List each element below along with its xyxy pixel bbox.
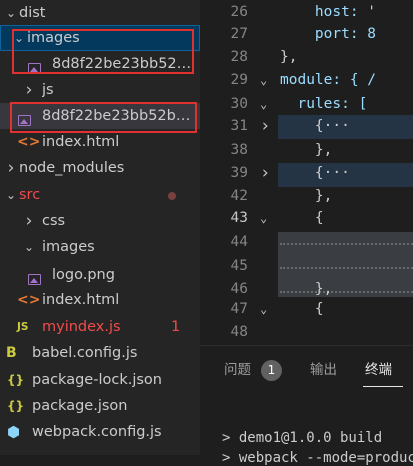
line-number: 29 [230,72,248,88]
json-file-icon: {} [7,373,25,387]
explorer-item-label: logo.png [52,267,115,283]
chevron-down-icon: ⌄ [5,188,17,202]
fold-expanded-icon[interactable]: ⌄ [260,92,267,116]
line-number: 26 [230,4,248,20]
line-number: 43 [230,210,248,226]
fold-collapsed-icon[interactable]: › [260,161,270,185]
fold-dotted-guide [280,267,413,269]
webpack-file-icon: ⬢ [7,423,21,441]
chevron-right-icon: › [25,80,33,100]
fold-dotted-guide [280,243,413,245]
annotation-box-dist-images [12,29,194,74]
code-line[interactable]: { [280,297,324,321]
code-line[interactable]: {··· [280,161,350,185]
explorer-item-js[interactable]: › js [0,77,200,103]
js-file-icon: JS [17,321,29,333]
tab-problems[interactable]: 问题 [224,360,251,380]
problems-count-badge: 1 [261,360,282,381]
line-number: 44 [230,234,248,250]
babel-file-icon: B [6,345,17,361]
chevron-right-icon: › [7,158,15,178]
fold-expanded-icon[interactable]: ⌄ [260,206,267,230]
explorer-item-label: dist [19,5,46,21]
problem-count-badge: 1 [171,319,181,335]
explorer-item-node-modules[interactable]: › node_modules [0,155,200,181]
line-number: 45 [230,258,248,274]
explorer-item-index-html[interactable]: <> index.html [0,287,200,313]
fold-expanded-icon[interactable]: ⌄ [260,297,267,321]
tab-output[interactable]: 输出 [310,360,337,380]
line-number: 27 [230,26,248,42]
chevron-down-icon: ⌄ [5,6,17,20]
line-number: 42 [230,188,248,204]
line-number: 30 [230,96,248,112]
code-editor[interactable]: 26 host: ' 27 port: 8 28}, 29 ⌄ module: { / 30… [200,0,413,345]
explorer-item-package-json[interactable]: {} package.json [0,393,200,419]
code-line[interactable]: { [280,206,324,230]
terminal-output-line-2: > webpack --mode=product [222,450,413,466]
json-file-icon: {} [7,399,25,413]
terminal-output-line: > demo1@1.0.0 build [222,430,383,446]
chevron-down-icon: ⌄ [23,240,35,254]
active-tab-indicator [363,386,403,387]
line-number: 31 [230,118,248,134]
explorer-item-label: webpack.config.js [32,424,162,440]
explorer-item-css[interactable]: › css [0,208,200,234]
explorer-item-label: package-lock.json [32,372,162,388]
code-line[interactable]: port: 8 [280,22,376,46]
code-line[interactable]: }, [280,184,332,208]
line-number: 48 [230,324,248,340]
explorer-item-package-lock-json[interactable]: {} package-lock.json [0,367,200,393]
explorer-item-dist[interactable]: ⌄ dist [0,0,200,26]
explorer-item-babel-config-js[interactable]: Bbabel.config.js [0,340,200,366]
annotation-box-dist-image [10,102,197,133]
code-line[interactable]: {··· [280,114,350,138]
line-number: 47 [230,301,248,317]
image-file-icon [28,262,41,288]
explorer-item-label: css [42,213,66,229]
file-explorer: ⌄ dist ⌄ images 8d8f22be23bb52b... › js 8d8f22b… [0,0,200,455]
fold-expanded-icon[interactable]: ⌄ [260,68,267,92]
explorer-item-label: index.html [42,292,120,308]
line-number: 39 [230,165,248,181]
explorer-item-label: js [42,82,54,98]
tab-terminal[interactable]: 终端 [365,360,392,380]
code-line[interactable]: module: { / [280,68,376,92]
code-line[interactable]: }, [280,45,297,69]
fold-collapsed-icon[interactable]: › [260,114,270,138]
explorer-item-label: myindex.js [42,319,121,335]
explorer-item-images[interactable]: ⌄ images [0,234,200,260]
explorer-item-myindex-js[interactable]: JS myindex.js 1 [0,314,200,340]
explorer-item-label: package.json [32,398,128,414]
code-line[interactable]: }, [280,138,332,162]
explorer-item-logo-png[interactable]: logo.png [0,262,200,288]
explorer-item-label: images [42,239,95,255]
bottom-panel: 问题 1 输出 终端 > demo1@1.0.0 build > webpack… [200,345,413,466]
line-number: 28 [230,49,248,65]
line-number: 38 [230,142,248,158]
explorer-item-label: node_modules [19,160,125,176]
modified-dot-src [168,192,176,200]
code-line[interactable]: host: ' [280,0,376,24]
html-file-icon: <> [17,292,41,308]
chevron-right-icon: › [25,211,33,231]
explorer-item-label: babel.config.js [32,345,138,361]
explorer-item-webpack-config-js[interactable]: ⬢ webpack.config.js [0,419,200,445]
code-line[interactable]: rules: [ [280,92,367,116]
